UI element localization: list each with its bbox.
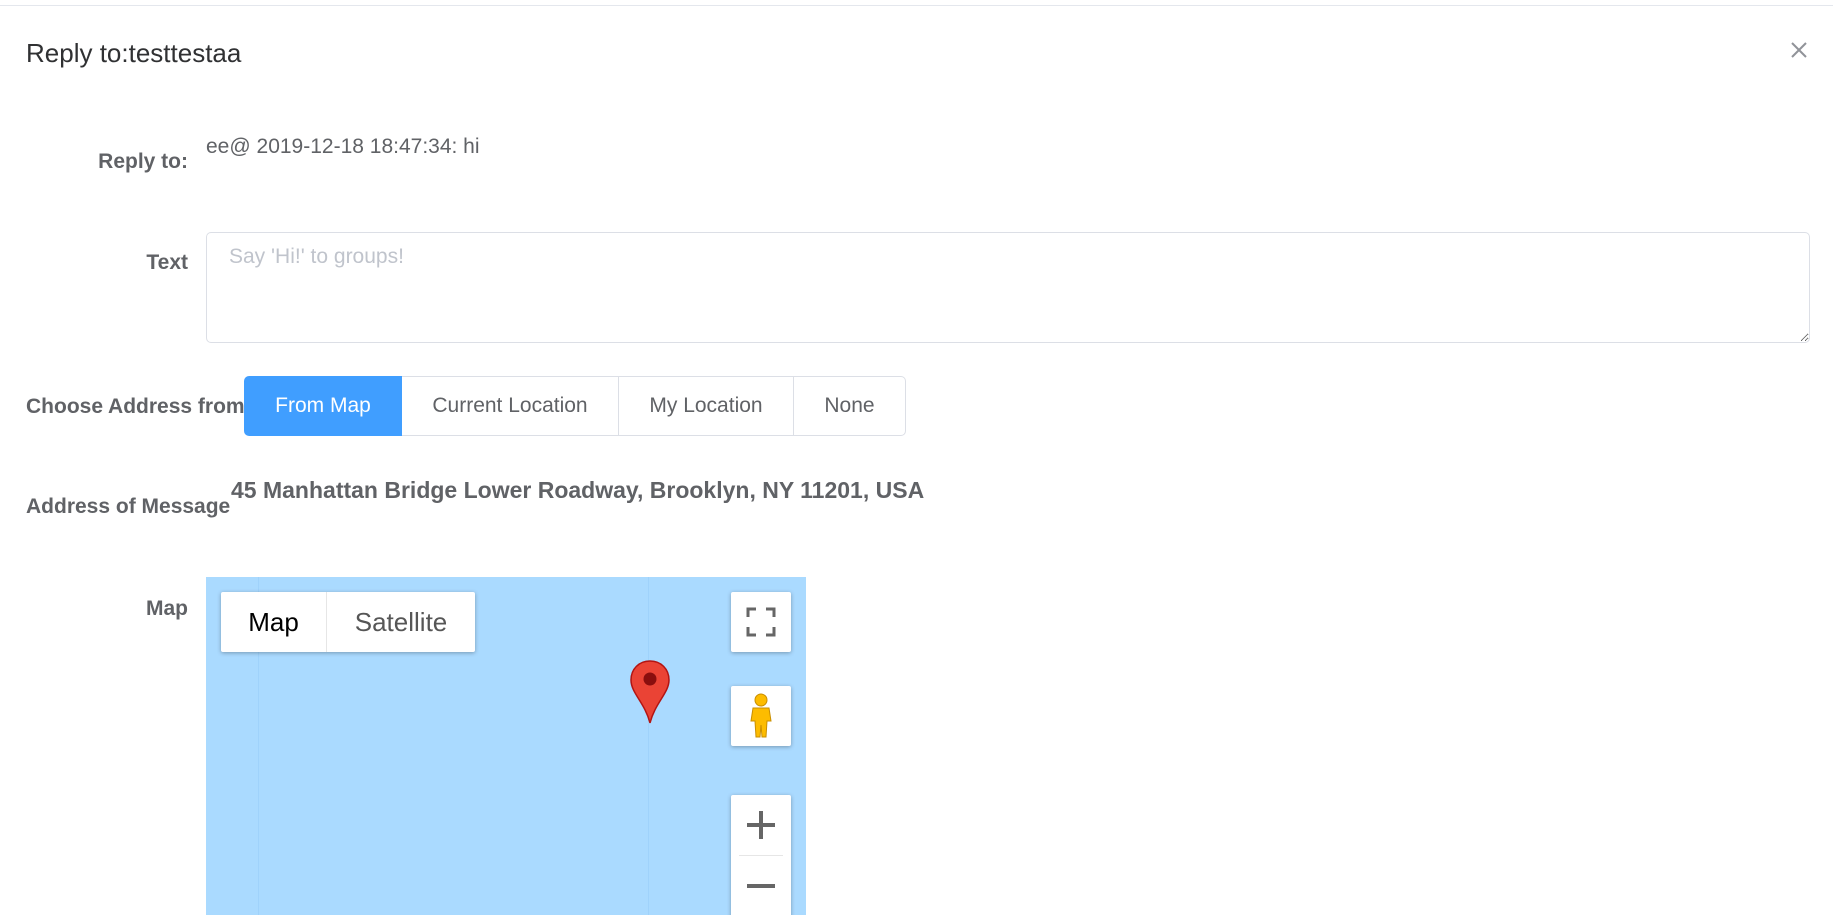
address-value: 45 Manhattan Bridge Lower Roadway, Brook… [231,477,925,503]
top-divider [0,0,1833,6]
none-button[interactable]: None [794,376,906,436]
street-view-button[interactable] [731,686,791,746]
from-map-button[interactable]: From Map [244,376,402,436]
reply-to-value: ee@ 2019-12-18 18:47:34: hi [206,135,480,158]
fullscreen-button[interactable] [731,592,791,652]
pegman-icon [750,693,772,738]
reply-to-label: Reply to: [98,150,188,173]
zoom-out-icon [747,884,775,888]
dialog-title: Reply to:testtestaa [26,38,242,68]
my-location-button[interactable]: My Location [619,376,794,436]
map-tile-seam [648,577,649,915]
map-type-satellite-button[interactable]: Satellite [327,592,475,652]
text-label: Text [146,251,188,274]
map-type-map-button[interactable]: Map [221,592,327,652]
map-canvas[interactable]: Map Satellite [206,577,806,915]
map-type-control: Map Satellite [221,592,475,652]
current-location-button[interactable]: Current Location [402,376,619,436]
choose-address-label: Choose Address from [26,395,245,418]
map-label: Map [146,597,188,620]
close-icon [1791,42,1807,58]
zoom-in-button[interactable] [731,795,791,855]
message-textarea[interactable] [206,232,1810,343]
zoom-out-button[interactable] [731,856,791,915]
zoom-control [731,795,791,915]
map-marker-icon[interactable] [628,659,672,725]
fullscreen-icon [746,607,776,637]
zoom-in-icon [747,811,775,839]
address-source-group: From Map Current Location My Location No… [244,376,906,436]
close-button[interactable] [1785,36,1813,64]
address-label: Address of Message [26,495,231,518]
